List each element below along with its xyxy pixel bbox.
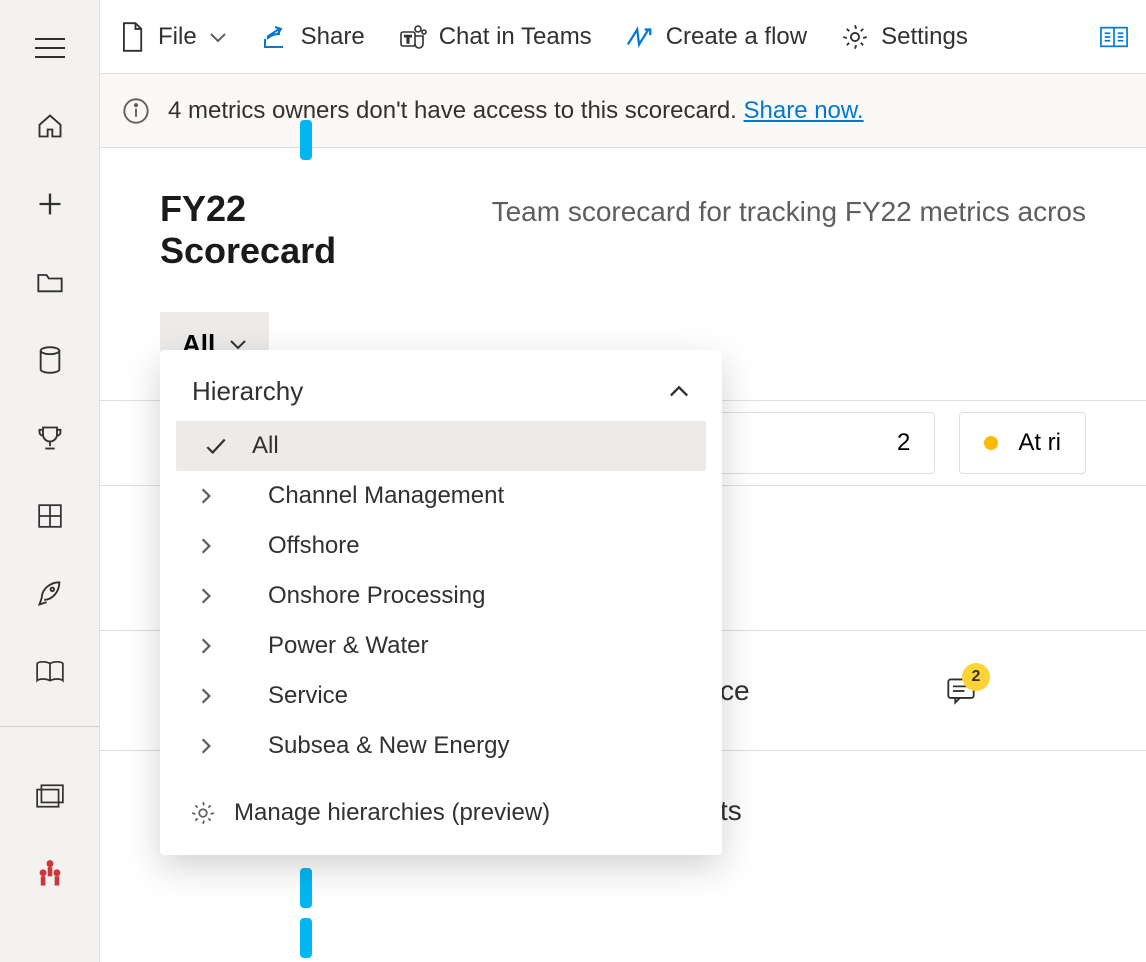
dropdown-list: All Channel Management Offshore Onshore … — [176, 421, 706, 771]
dropdown-item-channel-management[interactable]: Channel Management — [176, 471, 706, 521]
file-label: File — [158, 23, 197, 51]
dropdown-item-subsea-new-energy[interactable]: Subsea & New Energy — [176, 721, 706, 771]
dropdown-title: Hierarchy — [192, 376, 303, 407]
dropdown-header[interactable]: Hierarchy — [176, 368, 706, 421]
chevron-down-icon — [229, 338, 247, 350]
timeline-bar-icon — [300, 120, 312, 160]
status-dot-icon — [984, 436, 998, 450]
dropdown-item-all[interactable]: All — [176, 421, 706, 471]
gear-icon — [841, 23, 869, 51]
comment-button[interactable]: 2 — [946, 677, 976, 705]
settings-button[interactable]: Settings — [841, 23, 968, 51]
dropdown-item-label: Onshore Processing — [234, 582, 485, 610]
file-icon — [118, 23, 146, 51]
page-subtitle: Team scorecard for tracking FY22 metrics… — [492, 196, 1086, 228]
dropdown-item-label: All — [244, 432, 279, 460]
chevron-down-icon — [209, 31, 227, 43]
reading-view-button[interactable] — [1100, 23, 1128, 51]
svg-text:T: T — [404, 34, 411, 46]
chevron-right-icon[interactable] — [194, 487, 218, 505]
chat-label: Chat in Teams — [439, 23, 592, 51]
flow-label: Create a flow — [666, 23, 807, 51]
windows-icon[interactable] — [20, 766, 80, 826]
dropdown-item-offshore[interactable]: Offshore — [176, 521, 706, 571]
share-icon — [261, 23, 289, 51]
dropdown-item-label: Subsea & New Energy — [234, 732, 509, 760]
book-icon[interactable] — [20, 642, 80, 702]
hierarchy-dropdown: Hierarchy All Channel Management Offshor… — [160, 350, 722, 855]
status-label-fragment: At ri — [1018, 429, 1061, 457]
dropdown-item-label: Power & Water — [234, 632, 429, 660]
gear-icon — [190, 800, 216, 826]
page-content: FY22 Scorecard Team scorecard for tracki… — [100, 148, 1146, 376]
dropdown-item-onshore-processing[interactable]: Onshore Processing — [176, 571, 706, 621]
dropdown-item-power-water[interactable]: Power & Water — [176, 621, 706, 671]
chevron-right-icon[interactable] — [194, 737, 218, 755]
chat-teams-button[interactable]: T Chat in Teams — [399, 23, 592, 51]
rocket-icon[interactable] — [20, 564, 80, 624]
database-icon[interactable] — [20, 330, 80, 390]
chevron-right-icon[interactable] — [194, 687, 218, 705]
dropdown-item-label: Offshore — [234, 532, 360, 560]
comment-count-badge: 2 — [962, 663, 990, 691]
create-flow-button[interactable]: Create a flow — [626, 23, 807, 51]
dropdown-item-label: Channel Management — [234, 482, 504, 510]
home-icon[interactable] — [20, 96, 80, 156]
status-card-at-risk[interactable]: At ri — [959, 412, 1086, 474]
status-count: 2 — [897, 429, 910, 457]
share-button[interactable]: Share — [261, 23, 365, 51]
timeline-bar-icon — [300, 918, 312, 958]
dropdown-item-service[interactable]: Service — [176, 671, 706, 721]
left-nav-rail — [0, 0, 100, 962]
page-title: FY22 Scorecard — [160, 188, 428, 272]
share-now-link[interactable]: Share now. — [744, 97, 864, 124]
add-icon[interactable] — [20, 174, 80, 234]
chevron-up-icon — [668, 385, 690, 399]
dropdown-item-label: Service — [234, 682, 348, 710]
chevron-right-icon[interactable] — [194, 537, 218, 555]
metric-name-fragment: ts — [720, 795, 742, 827]
manage-hierarchies-label: Manage hierarchies (preview) — [234, 799, 550, 827]
top-toolbar: File Share T Chat in Teams Create a flow — [100, 0, 1146, 74]
people-org-icon[interactable] — [20, 844, 80, 904]
chevron-right-icon[interactable] — [194, 587, 218, 605]
reading-icon — [1100, 23, 1128, 51]
settings-label: Settings — [881, 23, 968, 51]
info-icon — [122, 97, 150, 125]
checkmark-icon — [204, 436, 228, 456]
flow-icon — [626, 23, 654, 51]
info-banner: 4 metrics owners don't have access to th… — [100, 74, 1146, 148]
folder-icon[interactable] — [20, 252, 80, 312]
metric-name-fragment: ce — [720, 675, 750, 707]
chevron-right-icon[interactable] — [194, 637, 218, 655]
trophy-icon[interactable] — [20, 408, 80, 468]
teams-icon: T — [399, 23, 427, 51]
info-text: 4 metrics owners don't have access to th… — [168, 97, 744, 124]
apps-icon[interactable] — [20, 486, 80, 546]
file-menu[interactable]: File — [118, 23, 227, 51]
share-label: Share — [301, 23, 365, 51]
manage-hierarchies-link[interactable]: Manage hierarchies (preview) — [176, 771, 706, 827]
hamburger-menu-icon[interactable] — [20, 18, 80, 78]
timeline-bar-icon — [300, 868, 312, 908]
